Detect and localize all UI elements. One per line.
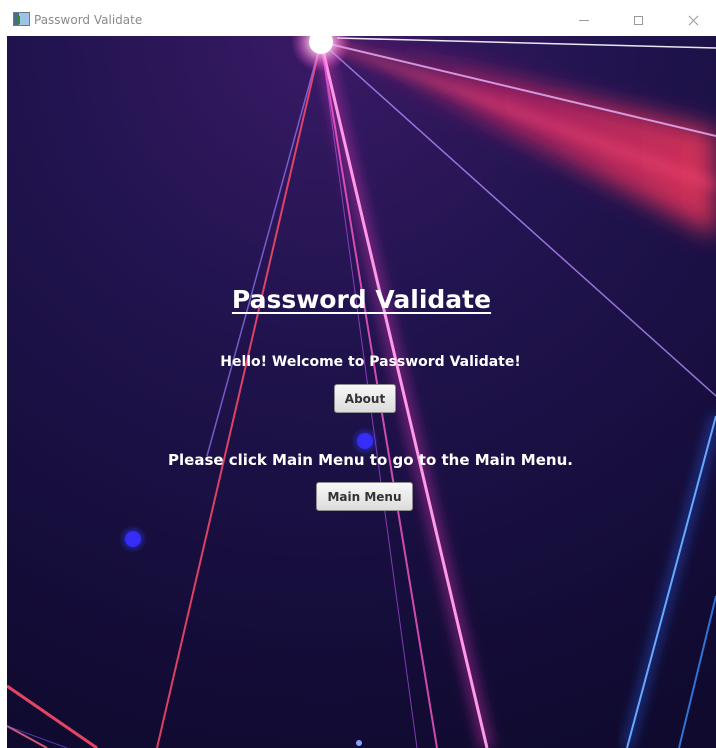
close-icon xyxy=(688,15,699,26)
minimize-icon xyxy=(579,20,589,21)
maximize-button[interactable] xyxy=(615,5,661,36)
app-window: Password Validate Password Validate Hell… xyxy=(7,5,716,748)
about-button[interactable]: About xyxy=(334,384,396,413)
close-button[interactable] xyxy=(670,5,716,36)
minimize-button[interactable] xyxy=(561,5,607,36)
instruction-text: Please click Main Menu to go to the Main… xyxy=(168,451,573,469)
title-bar[interactable]: Password Validate xyxy=(7,5,716,36)
window-title: Password Validate xyxy=(34,13,143,27)
main-menu-button[interactable]: Main Menu xyxy=(316,482,413,511)
maximize-icon xyxy=(633,16,643,25)
welcome-text: Hello! Welcome to Password Validate! xyxy=(220,354,521,370)
main-content: Password Validate Hello! Welcome to Pass… xyxy=(7,36,716,748)
app-icon xyxy=(13,12,30,26)
page-title: Password Validate xyxy=(231,285,492,314)
